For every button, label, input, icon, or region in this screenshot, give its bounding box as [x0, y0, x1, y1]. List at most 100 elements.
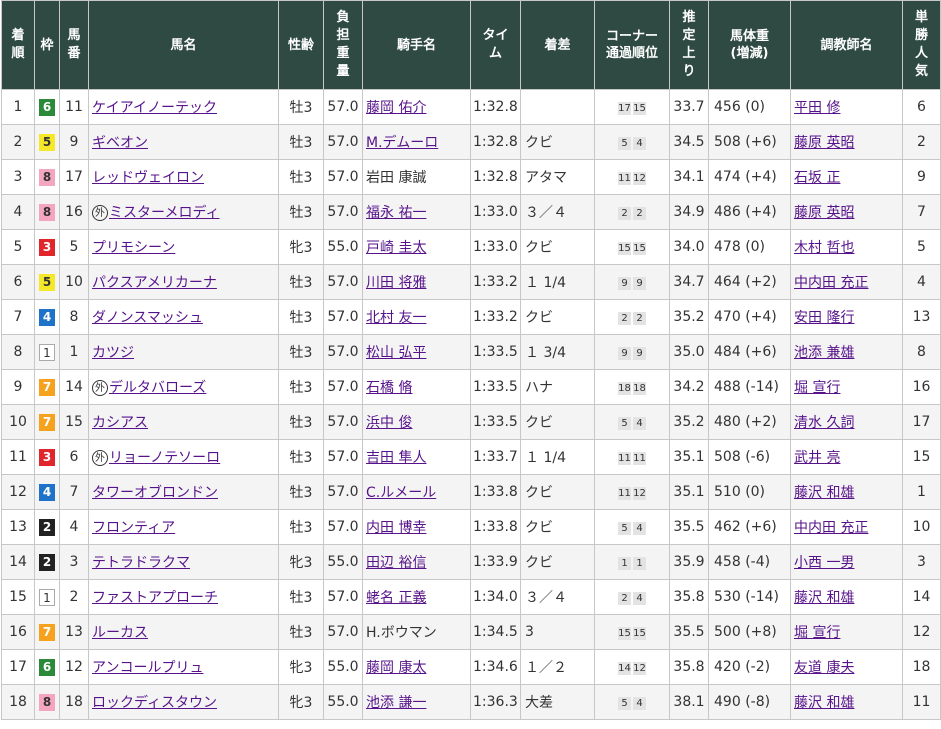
horse-name-link[interactable]: フロンティア — [92, 520, 175, 536]
corner-position: 12 — [633, 172, 646, 185]
trainer-link[interactable]: 中内田 充正 — [794, 275, 868, 291]
waku-badge: 7 — [39, 623, 55, 641]
jockey-link[interactable]: 戸崎 圭太 — [366, 240, 426, 256]
jockey-link[interactable]: 蛯名 正義 — [366, 590, 426, 606]
jockey-link[interactable]: 北村 友一 — [366, 310, 426, 326]
trainer-link[interactable]: 木村 哲也 — [794, 240, 854, 256]
trainer-link[interactable]: 藤沢 和雄 — [794, 590, 854, 606]
horse-name-link[interactable]: プリモシーン — [92, 240, 175, 256]
margin-cell — [520, 89, 595, 125]
popularity-cell: 5 — [902, 229, 941, 265]
trainer-cell: 堀 宣行 — [790, 369, 903, 405]
margin-cell: ハナ — [520, 369, 595, 405]
horse-name-cell: ロックディスタウン — [88, 684, 279, 720]
trainer-link[interactable]: 堀 宣行 — [794, 380, 840, 396]
horse-name-link[interactable]: ミスターメロディ — [109, 205, 219, 221]
trainer-link[interactable]: 友道 康夫 — [794, 660, 854, 676]
waku-badge: 5 — [39, 273, 55, 291]
table-row: 5 3 5 プリモシーン 牝3 55.0 戸崎 圭太 1:33.0 クビ 15 15 34.0 478 … — [1, 229, 941, 265]
jockey-cell: C.ルメール — [362, 474, 471, 510]
popularity-cell: 7 — [902, 194, 941, 230]
horse-number-cell: 12 — [59, 649, 89, 685]
horse-name-cell: ダノンスマッシュ — [88, 299, 279, 335]
carried-weight-cell: 55.0 — [323, 649, 363, 685]
trainer-link[interactable]: 藤沢 和雄 — [794, 695, 854, 711]
jockey-link[interactable]: 田辺 裕信 — [366, 555, 426, 571]
sex-age-cell: 牝3 — [278, 229, 324, 265]
jockey-link[interactable]: C.ルメール — [366, 485, 436, 501]
time-cell: 1:33.5 — [470, 334, 521, 370]
trainer-link[interactable]: 藤原 英昭 — [794, 205, 854, 221]
corner-cell: 17 15 — [594, 89, 670, 125]
trainer-link[interactable]: 小西 一男 — [794, 555, 854, 571]
horse-name-link[interactable]: パクスアメリカーナ — [92, 275, 217, 291]
jockey-link[interactable]: 吉田 隼人 — [366, 450, 426, 466]
horse-number-cell: 2 — [59, 579, 89, 615]
horse-name-cell: レッドヴェイロン — [88, 159, 279, 195]
table-row: 17 6 12 アンコールプリュ 牝3 55.0 藤岡 康太 1:34.6 １／２ 14 12 35.… — [1, 649, 941, 685]
popularity-cell: 17 — [902, 404, 941, 440]
body-weight-value: 474 — [714, 169, 741, 185]
carried-weight-cell: 57.0 — [323, 194, 363, 230]
trainer-link[interactable]: 藤沢 和雄 — [794, 485, 854, 501]
corner-position: 14 — [618, 662, 631, 675]
horse-name-link[interactable]: ロックディスタウン — [92, 695, 217, 711]
horse-name-link[interactable]: レッドヴェイロン — [92, 170, 204, 186]
horse-name-cell: カツジ — [88, 334, 279, 370]
waku-cell: 3 — [34, 229, 60, 265]
horse-name-link[interactable]: タワーオブロンドン — [92, 485, 218, 501]
trainer-link[interactable]: 清水 久詞 — [794, 415, 854, 431]
body-weight-diff: (0) — [745, 484, 766, 500]
jockey-link[interactable]: 藤岡 康太 — [366, 660, 426, 676]
jockey-link[interactable]: M.デムーロ — [366, 135, 438, 151]
horse-name-link[interactable]: リョーノテソーロ — [109, 450, 220, 466]
horse-name-link[interactable]: テトラドラクマ — [92, 555, 190, 571]
body-weight-diff: (+6) — [745, 134, 777, 150]
jockey-link[interactable]: 池添 謙一 — [366, 695, 426, 711]
jockey-link[interactable]: 川田 将雅 — [366, 275, 426, 291]
table-row: 10 7 15 カシアス 牡3 57.0 浜中 俊 1:33.5 クビ 5 4 35.2 480 (+2… — [1, 404, 941, 440]
horse-name-link[interactable]: アンコールプリュ — [92, 660, 203, 676]
trainer-link[interactable]: 藤原 英昭 — [794, 135, 854, 151]
corner-position: 5 — [618, 417, 631, 430]
corner-cell: 11 12 — [594, 474, 670, 510]
jockey-link[interactable]: 浜中 俊 — [366, 415, 412, 431]
body-weight-value: 456 — [714, 99, 741, 115]
horse-name-link[interactable]: ケイアイノーテック — [92, 100, 217, 116]
jockey-link[interactable]: 藤岡 佑介 — [366, 100, 426, 116]
time-cell: 1:32.8 — [470, 89, 521, 125]
jockey-link[interactable]: 石橋 脩 — [366, 380, 412, 396]
horse-name-link[interactable]: ファストアプローチ — [92, 590, 218, 606]
trainer-link[interactable]: 安田 隆行 — [794, 310, 854, 326]
horse-name-link[interactable]: ギベオン — [92, 135, 148, 151]
last-3f-cell: 35.8 — [669, 579, 709, 615]
jockey-link[interactable]: 福永 祐一 — [366, 205, 426, 221]
horse-name-link[interactable]: ダノンスマッシュ — [92, 310, 203, 326]
header-corner-line2: 通過順位 — [605, 46, 658, 61]
margin-cell: １ 3/4 — [520, 334, 595, 370]
trainer-link[interactable]: 平田 修 — [794, 100, 840, 116]
rank-cell: 16 — [1, 614, 35, 650]
body-weight-diff: (+6) — [745, 519, 777, 535]
horse-number-cell: 1 — [59, 334, 89, 370]
trainer-link[interactable]: 堀 宣行 — [794, 625, 840, 641]
jockey-link[interactable]: 松山 弘平 — [366, 345, 426, 361]
horse-name-link[interactable]: ルーカス — [92, 625, 148, 641]
time-cell: 1:33.7 — [470, 439, 521, 475]
horse-name-link[interactable]: デルタバローズ — [109, 380, 206, 396]
trainer-link[interactable]: 中内田 充正 — [794, 520, 868, 536]
trainer-cell: 安田 隆行 — [790, 299, 903, 335]
margin-cell: 3 — [520, 614, 595, 650]
jockey-link[interactable]: 内田 博幸 — [366, 520, 426, 536]
horse-name-link[interactable]: カツジ — [92, 345, 134, 361]
horse-name-link[interactable]: カシアス — [92, 415, 148, 431]
jockey-link: H.ボウマン — [366, 625, 437, 641]
trainer-link[interactable]: 石坂 正 — [794, 170, 840, 186]
corner-position: 11 — [618, 487, 631, 500]
rank-cell: 9 — [1, 369, 35, 405]
trainer-link[interactable]: 武井 亮 — [794, 450, 840, 466]
time-cell: 1:36.3 — [470, 684, 521, 720]
trainer-link[interactable]: 池添 兼雄 — [794, 345, 854, 361]
margin-cell: クビ — [520, 474, 595, 510]
rank-cell: 5 — [1, 229, 35, 265]
